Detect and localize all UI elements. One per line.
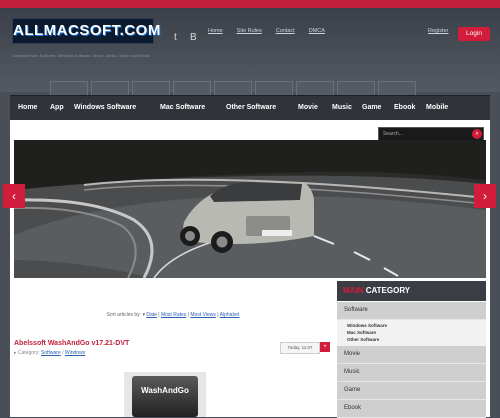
sidebar-item-label: Game [344, 387, 361, 393]
slider-image-car [14, 140, 486, 278]
slider-next-button[interactable]: › [474, 184, 496, 208]
twitter-icon[interactable]: t [174, 32, 177, 43]
sidebar-title: CATEGORY [365, 286, 411, 295]
sort-option-date[interactable]: Date [146, 312, 157, 318]
nav-music[interactable]: Music [332, 96, 352, 120]
nav-windows-software[interactable]: Windows Software [74, 96, 136, 120]
sort-option-most-views[interactable]: Most Views [190, 312, 215, 318]
link-home[interactable]: Home [208, 28, 223, 34]
submenu-mac-software[interactable]: Mac Software [347, 330, 376, 335]
search-icon[interactable]: ⌕ [472, 129, 482, 139]
post-title[interactable]: Abelssoft WashAndGo v17.21-DVT [14, 340, 129, 347]
top-links: Home Site Rules Contact DMCA [208, 28, 325, 34]
slider-prev-button[interactable]: ‹ [3, 184, 25, 208]
sidebar-item-label: Software [344, 307, 368, 313]
sidebar-item-movie[interactable]: Movie [337, 346, 486, 364]
sidebar-submenu: Windows Software Mac Software Other Soft… [337, 320, 486, 346]
nav-ebook[interactable]: Ebook [394, 96, 415, 120]
register-link[interactable]: Register [428, 28, 448, 34]
sort-option-alphabet[interactable]: Alphabet [220, 312, 240, 318]
link-contact[interactable]: Contact [276, 28, 295, 34]
link-dmca[interactable]: DMCA [309, 28, 325, 34]
site-tagline: Download Mac Software, Windows Software,… [12, 53, 150, 58]
link-site-rules[interactable]: Site Rules [237, 28, 262, 34]
nav-app[interactable]: App [50, 96, 64, 120]
post-category-line: ▸ Category: Software / Windows [14, 350, 86, 356]
submenu-windows-software[interactable]: Windows Software [347, 323, 387, 328]
nav-mac-software[interactable]: Mac Software [160, 96, 205, 120]
sidebar-item-game[interactable]: Game [337, 382, 486, 400]
nav-home[interactable]: Home [18, 96, 37, 120]
sidebar-item-label: Ebook [344, 405, 362, 411]
top-accent-stripe [0, 0, 500, 8]
submenu-other-software[interactable]: Other Software [347, 337, 379, 342]
sidebar-item-ebook[interactable]: Ebook [337, 400, 486, 418]
sidebar-title-highlight: MAIN [343, 286, 364, 295]
site-logo[interactable]: ALLMACSOFT.COM [12, 18, 160, 44]
blogger-icon[interactable]: B [190, 32, 197, 43]
search-box[interactable]: Search... ⌕ [378, 127, 484, 141]
category-link-software[interactable]: Software [41, 350, 61, 356]
nav-movie[interactable]: Movie [298, 96, 318, 120]
search-input[interactable]: Search... [383, 128, 403, 140]
site-header: ALLMACSOFT.COM Download Mac Software, Wi… [0, 8, 500, 101]
share-icon[interactable]: + [320, 342, 330, 352]
post-app-image[interactable] [132, 376, 198, 417]
nav-game[interactable]: Game [362, 96, 381, 120]
login-button[interactable]: Login [458, 27, 490, 41]
sidebar-item-music[interactable]: Music [337, 364, 486, 382]
main-nav: Home App Windows Software Mac Software O… [10, 95, 490, 121]
nav-mobile[interactable]: Mobile [426, 96, 448, 120]
featured-slider[interactable] [14, 140, 486, 278]
sort-option-most-rates[interactable]: Most Rates [161, 312, 186, 318]
folder-icon: ▸ [14, 350, 17, 356]
sort-bar: Sort articles by: ▾ Date | Most Rates | … [106, 312, 240, 318]
category-link-windows[interactable]: Windows [65, 350, 85, 356]
sort-arrow-icon: ▾ [142, 312, 145, 318]
sidebar-header: MAIN CATEGORY [337, 281, 486, 301]
sidebar-item-software[interactable]: Software [337, 302, 486, 320]
nav-other-software[interactable]: Other Software [226, 96, 276, 120]
sidebar-item-label: Movie [344, 351, 361, 357]
category-label: Category: [17, 350, 40, 356]
post-date-badge: Today, 11:07 [280, 342, 320, 354]
sidebar-item-label: Music [344, 369, 360, 375]
sort-label: Sort articles by: [106, 312, 142, 318]
post-app-name: WashAndGo [141, 386, 189, 395]
